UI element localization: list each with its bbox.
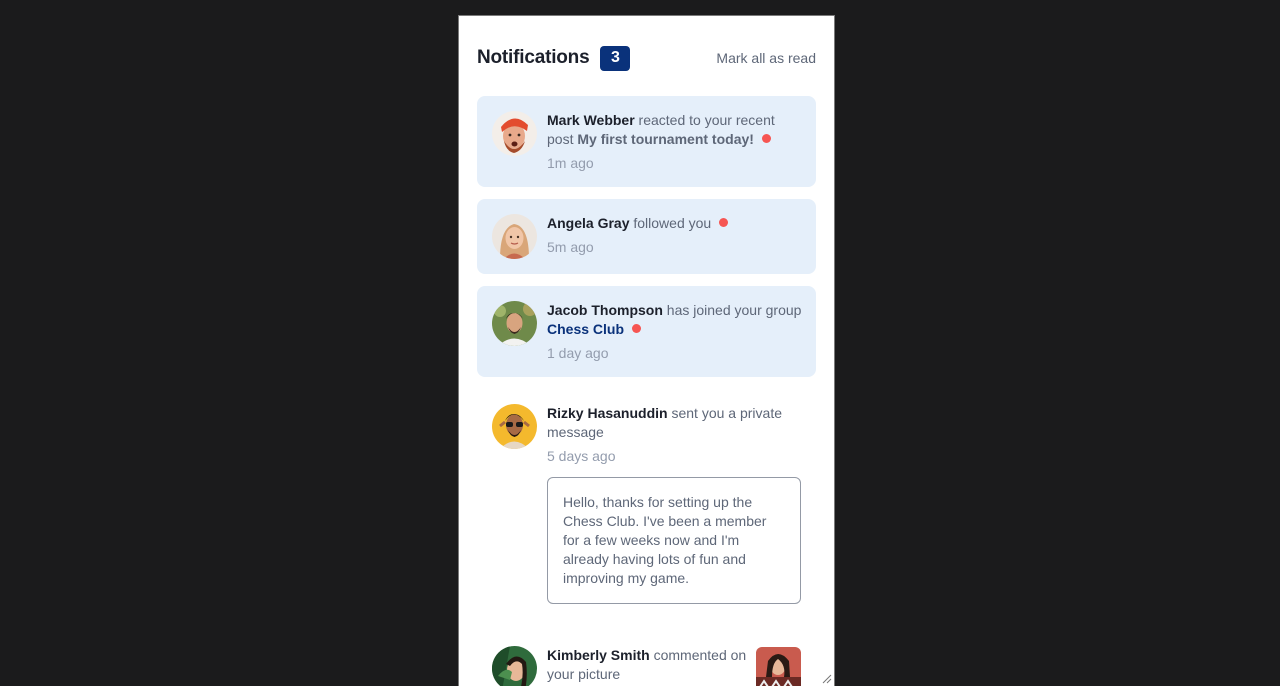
timestamp: 5 days ago [547,448,616,464]
user-name[interactable]: Mark Webber [547,112,635,128]
page-title: Notifications [477,47,590,68]
notification-body: Rizky Hasanuddin sent you a private mess… [547,404,804,466]
notification-body: Kimberly Smith commented on your picture [547,646,752,684]
unread-dot [632,324,642,333]
private-message-preview[interactable]: Hello, thanks for setting up the Chess C… [547,477,801,604]
chess-picture-icon [756,647,801,686]
title-group: Notifications 3 [477,45,631,71]
notification-action: has joined your group [662,302,802,318]
timestamp: 5m ago [547,239,594,255]
avatar[interactable] [492,404,537,449]
notification-action: followed you [629,215,712,231]
timestamp: 1m ago [547,155,594,171]
mark-all-as-read-button[interactable]: Mark all as read [716,50,816,66]
commented-picture-thumbnail[interactable] [756,647,801,686]
avatar-mark-webber-icon [492,111,537,156]
avatar[interactable] [492,214,537,259]
notification-item[interactable]: Mark Webber reacted to your recent post … [477,96,816,187]
unread-count-badge: 3 [600,45,631,71]
avatar-kimberly-smith-icon [492,646,537,686]
notification-item[interactable]: Jacob Thompson has joined your group Che… [477,286,816,377]
notification-body: Angela Gray followed you 5m ago [547,214,804,257]
header: Notifications 3 Mark all as read [477,44,816,72]
notification-body: Mark Webber reacted to your recent post … [547,111,804,173]
timestamp: 1 day ago [547,345,609,361]
user-name[interactable]: Jacob Thompson [547,302,663,318]
resize-grip-icon[interactable] [820,672,832,684]
user-name[interactable]: Rizky Hasanuddin [547,405,668,421]
avatar-jacob-thompson-icon [492,301,537,346]
avatar-angela-gray-icon [492,214,537,259]
user-name[interactable]: Kimberly Smith [547,647,650,663]
group-link[interactable]: Chess Club [547,321,624,337]
notifications-panel: Notifications 3 Mark all as read Mark We… [458,15,835,686]
unread-dot [761,134,771,143]
avatar[interactable] [492,646,537,686]
avatar-rizky-hasanuddin-icon [492,404,537,449]
notification-body: Jacob Thompson has joined your group Che… [547,301,804,363]
post-link[interactable]: My first tournament today! [577,131,754,147]
unread-dot [719,218,729,227]
notification-item[interactable]: Angela Gray followed you 5m ago [477,199,816,274]
avatar[interactable] [492,111,537,156]
avatar[interactable] [492,301,537,346]
user-name[interactable]: Angela Gray [547,215,629,231]
